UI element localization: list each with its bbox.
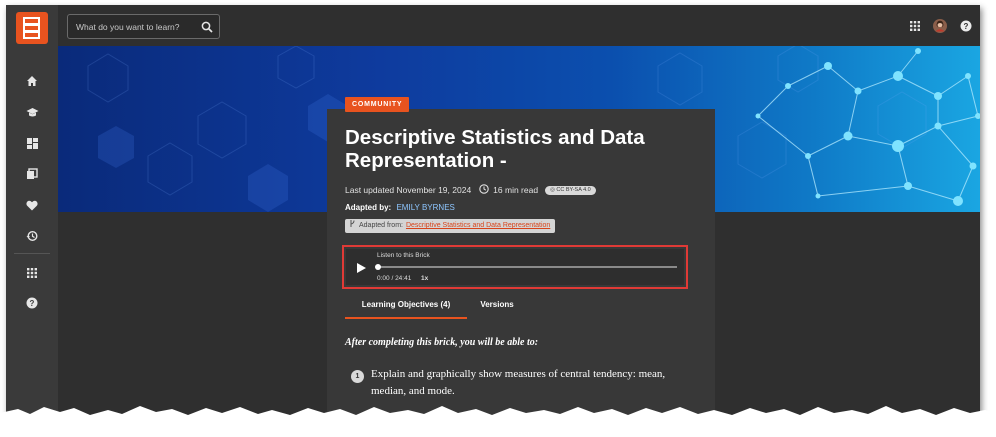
- adapted-by: Adapted by: EMILY BYRNES: [345, 203, 455, 212]
- history-icon[interactable]: [22, 226, 42, 246]
- brand-logo[interactable]: [16, 12, 48, 44]
- sidebar: ?: [6, 5, 58, 420]
- progress-track[interactable]: [377, 266, 677, 268]
- audio-player: Listen to this Brick 0:00 / 24:41 1x: [346, 249, 684, 285]
- apps-grid-icon[interactable]: [907, 18, 923, 34]
- app-window: ? ?: [6, 5, 980, 420]
- svg-text:?: ?: [30, 299, 35, 308]
- author-link[interactable]: EMILY BYRNES: [396, 203, 454, 212]
- article-meta: Last updated November 19, 2024 16 min re…: [345, 184, 596, 196]
- fork-icon: [349, 219, 356, 234]
- objective-number: 1: [351, 370, 364, 383]
- sidebar-divider: [14, 253, 50, 254]
- player-time: 0:00 / 24:41: [377, 275, 412, 282]
- library-icon[interactable]: [22, 164, 42, 184]
- graduation-cap-icon[interactable]: [22, 102, 42, 122]
- torn-edge: [0, 406, 996, 437]
- playback-speed[interactable]: 1x: [421, 275, 428, 282]
- search-input[interactable]: [76, 20, 196, 34]
- adapted-by-label: Adapted by:: [345, 203, 392, 212]
- heart-icon[interactable]: [22, 195, 42, 215]
- page-title: Descriptive Statistics and Data Represen…: [345, 126, 645, 172]
- dashboard-icon[interactable]: [22, 133, 42, 153]
- help-icon[interactable]: ?: [22, 293, 42, 313]
- last-updated: Last updated November 19, 2024: [345, 185, 472, 195]
- play-icon[interactable]: [355, 261, 367, 273]
- adapted-from-label: Adapted from:: [359, 222, 403, 229]
- community-badge: COMMUNITY: [345, 97, 410, 112]
- search-icon[interactable]: [201, 20, 213, 38]
- tab-learning-objectives[interactable]: Learning Objectives (4): [345, 299, 467, 319]
- avatar[interactable]: [932, 18, 948, 34]
- svg-text:?: ?: [964, 22, 969, 31]
- progress-handle[interactable]: [375, 264, 381, 270]
- top-bar: ?: [58, 5, 980, 51]
- adapted-from-link[interactable]: Descriptive Statistics and Data Represen…: [406, 219, 550, 233]
- objectives-intro: After completing this brick, you will be…: [345, 337, 539, 348]
- home-icon[interactable]: [22, 71, 42, 91]
- logo-icon: [23, 17, 40, 39]
- search-box: [67, 14, 220, 39]
- license-label: CC BY-SA 4.0: [556, 186, 591, 193]
- help-icon[interactable]: ?: [958, 18, 974, 34]
- read-time: 16 min read: [493, 185, 539, 195]
- tab-versions[interactable]: Versions: [467, 299, 527, 319]
- apps-grid-icon[interactable]: [22, 263, 42, 283]
- clock-icon: [479, 184, 489, 196]
- adapted-from-chip: Adapted from: Descriptive Statistics and…: [345, 219, 556, 234]
- player-label: Listen to this Brick: [377, 252, 430, 259]
- license-badge[interactable]: ◎ CC BY-SA 4.0: [545, 185, 596, 195]
